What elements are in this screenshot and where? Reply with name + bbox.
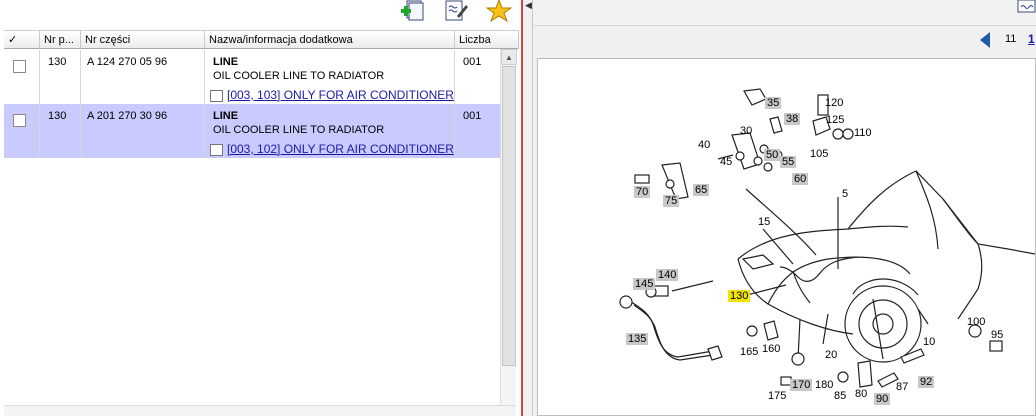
callout-label[interactable]: 135	[626, 333, 649, 345]
scroll-thumb[interactable]	[502, 66, 516, 366]
pane-splitter[interactable]: ◀	[521, 0, 533, 416]
page-link[interactable]: 1	[1028, 32, 1035, 46]
part-name: LINE	[213, 110, 239, 122]
callout-label-highlighted[interactable]: 130	[728, 290, 751, 302]
part-name: LINE	[213, 56, 239, 68]
application-window: ✓ Nr p... Nr części Nazwa/informacja dod…	[0, 0, 1036, 416]
callout-label[interactable]: 85	[832, 390, 848, 402]
row-checkbox[interactable]	[13, 114, 26, 127]
callout-label[interactable]: 45	[718, 156, 734, 168]
row-check-cell	[4, 104, 40, 158]
callout-label[interactable]: 105	[808, 148, 830, 160]
footnote-link[interactable]: [003, 102] ONLY FOR AIR CONDITIONER	[227, 142, 454, 156]
footnote-link[interactable]: [003, 103] ONLY FOR AIR CONDITIONER	[227, 88, 454, 102]
name-cell: LINE OIL COOLER LINE TO RADIATOR [003, 1…	[205, 104, 455, 158]
row-checkbox[interactable]	[13, 60, 26, 73]
edit-note-button[interactable]	[442, 0, 470, 22]
position-value: 130	[48, 56, 67, 68]
part-description: OIL COOLER LINE TO RADIATOR	[213, 124, 385, 136]
callout-label[interactable]: 5	[840, 188, 850, 200]
part-number-value: A 124 270 05 96	[87, 56, 168, 68]
row-check-cell	[4, 50, 40, 104]
favorite-button[interactable]	[485, 0, 513, 22]
parts-diagram[interactable]: 35 38 120 125 110 105 30 40 45 50 55 60 …	[537, 58, 1036, 416]
callout-label[interactable]: 160	[760, 343, 782, 355]
parts-toolbar	[0, 0, 521, 30]
quantity-cell: 001	[455, 50, 501, 104]
callout-label[interactable]: 175	[766, 390, 788, 402]
part-number-value: A 201 270 30 96	[87, 110, 168, 122]
column-header-quantity[interactable]: Liczba	[455, 30, 519, 49]
callout-label[interactable]: 170	[790, 379, 813, 391]
callout-label[interactable]: 10	[921, 336, 937, 348]
callout-label[interactable]: 65	[693, 184, 710, 196]
column-header-part-number[interactable]: Nr części	[81, 30, 205, 49]
parts-list-pane: ✓ Nr p... Nr części Nazwa/informacja dod…	[0, 0, 521, 416]
add-part-button[interactable]	[398, 0, 426, 22]
collapse-arrow-icon[interactable]: ◀	[525, 0, 532, 11]
part-number-cell: A 124 270 05 96	[81, 50, 205, 104]
table-row-selected[interactable]: 130 A 201 270 30 96 LINE OIL COOLER LINE…	[4, 104, 501, 158]
position-value: 130	[48, 110, 67, 122]
name-cell: LINE OIL COOLER LINE TO RADIATOR [003, 1…	[205, 50, 455, 104]
quantity-value: 001	[463, 110, 482, 122]
callout-label[interactable]: 80	[853, 388, 869, 400]
favorite-star-icon	[486, 0, 512, 22]
edit-note-icon	[445, 0, 468, 21]
page-navigation: 11 1	[533, 26, 1036, 56]
column-header-name[interactable]: Nazwa/informacja dodatkowa	[205, 30, 455, 49]
callout-label[interactable]: 92	[918, 376, 935, 388]
callout-label[interactable]: 100	[965, 316, 987, 328]
callout-label[interactable]: 165	[738, 346, 760, 358]
part-number-cell: A 201 270 30 96	[81, 104, 205, 158]
callout-label[interactable]: 30	[738, 125, 754, 137]
callout-label[interactable]: 20	[823, 349, 839, 361]
previous-page-icon[interactable]	[980, 32, 990, 48]
callout-label[interactable]: 120	[823, 97, 845, 109]
callout-label[interactable]: 40	[696, 139, 712, 151]
callout-label[interactable]: 90	[874, 393, 891, 405]
callout-label[interactable]: 50	[764, 149, 781, 161]
quantity-value: 001	[463, 56, 482, 68]
callout-label[interactable]: 75	[663, 195, 680, 207]
diagram-pane: 11 1 35 38 120 125 110 105 30 40 45 50 5…	[533, 0, 1036, 416]
vertical-scrollbar[interactable]: ▲	[500, 49, 517, 407]
callout-label[interactable]: 38	[784, 113, 801, 125]
part-description: OIL COOLER LINE TO RADIATOR	[213, 70, 385, 82]
horizontal-scrollbar[interactable]	[4, 405, 516, 416]
add-part-icon	[401, 0, 424, 21]
note-icon	[210, 90, 223, 102]
callout-label[interactable]: 110	[852, 127, 874, 139]
callout-label[interactable]: 35	[765, 97, 782, 109]
callout-label[interactable]: 55	[780, 156, 797, 168]
callout-label[interactable]: 95	[989, 329, 1005, 341]
page-count: 11	[1005, 33, 1017, 45]
quantity-cell: 001	[455, 104, 501, 158]
note-icon	[210, 144, 223, 156]
callout-label[interactable]: 87	[894, 381, 910, 393]
callout-label[interactable]: 125	[824, 114, 846, 126]
image-toolbar-icon[interactable]	[1017, 0, 1036, 14]
position-cell: 130	[40, 50, 81, 104]
callout-label[interactable]: 15	[756, 216, 772, 228]
callout-label[interactable]: 140	[656, 269, 679, 281]
scroll-up-button[interactable]: ▲	[501, 49, 517, 65]
table-row[interactable]: 130 A 124 270 05 96 LINE OIL COOLER LINE…	[4, 50, 501, 104]
column-header-position[interactable]: Nr p...	[40, 30, 81, 49]
callout-label[interactable]: 60	[792, 173, 809, 185]
callout-label[interactable]: 70	[634, 186, 651, 198]
column-header-check[interactable]: ✓	[4, 30, 40, 49]
diagram-toolbar	[533, 0, 1036, 26]
callout-label[interactable]: 145	[633, 278, 656, 290]
position-cell: 130	[40, 104, 81, 158]
